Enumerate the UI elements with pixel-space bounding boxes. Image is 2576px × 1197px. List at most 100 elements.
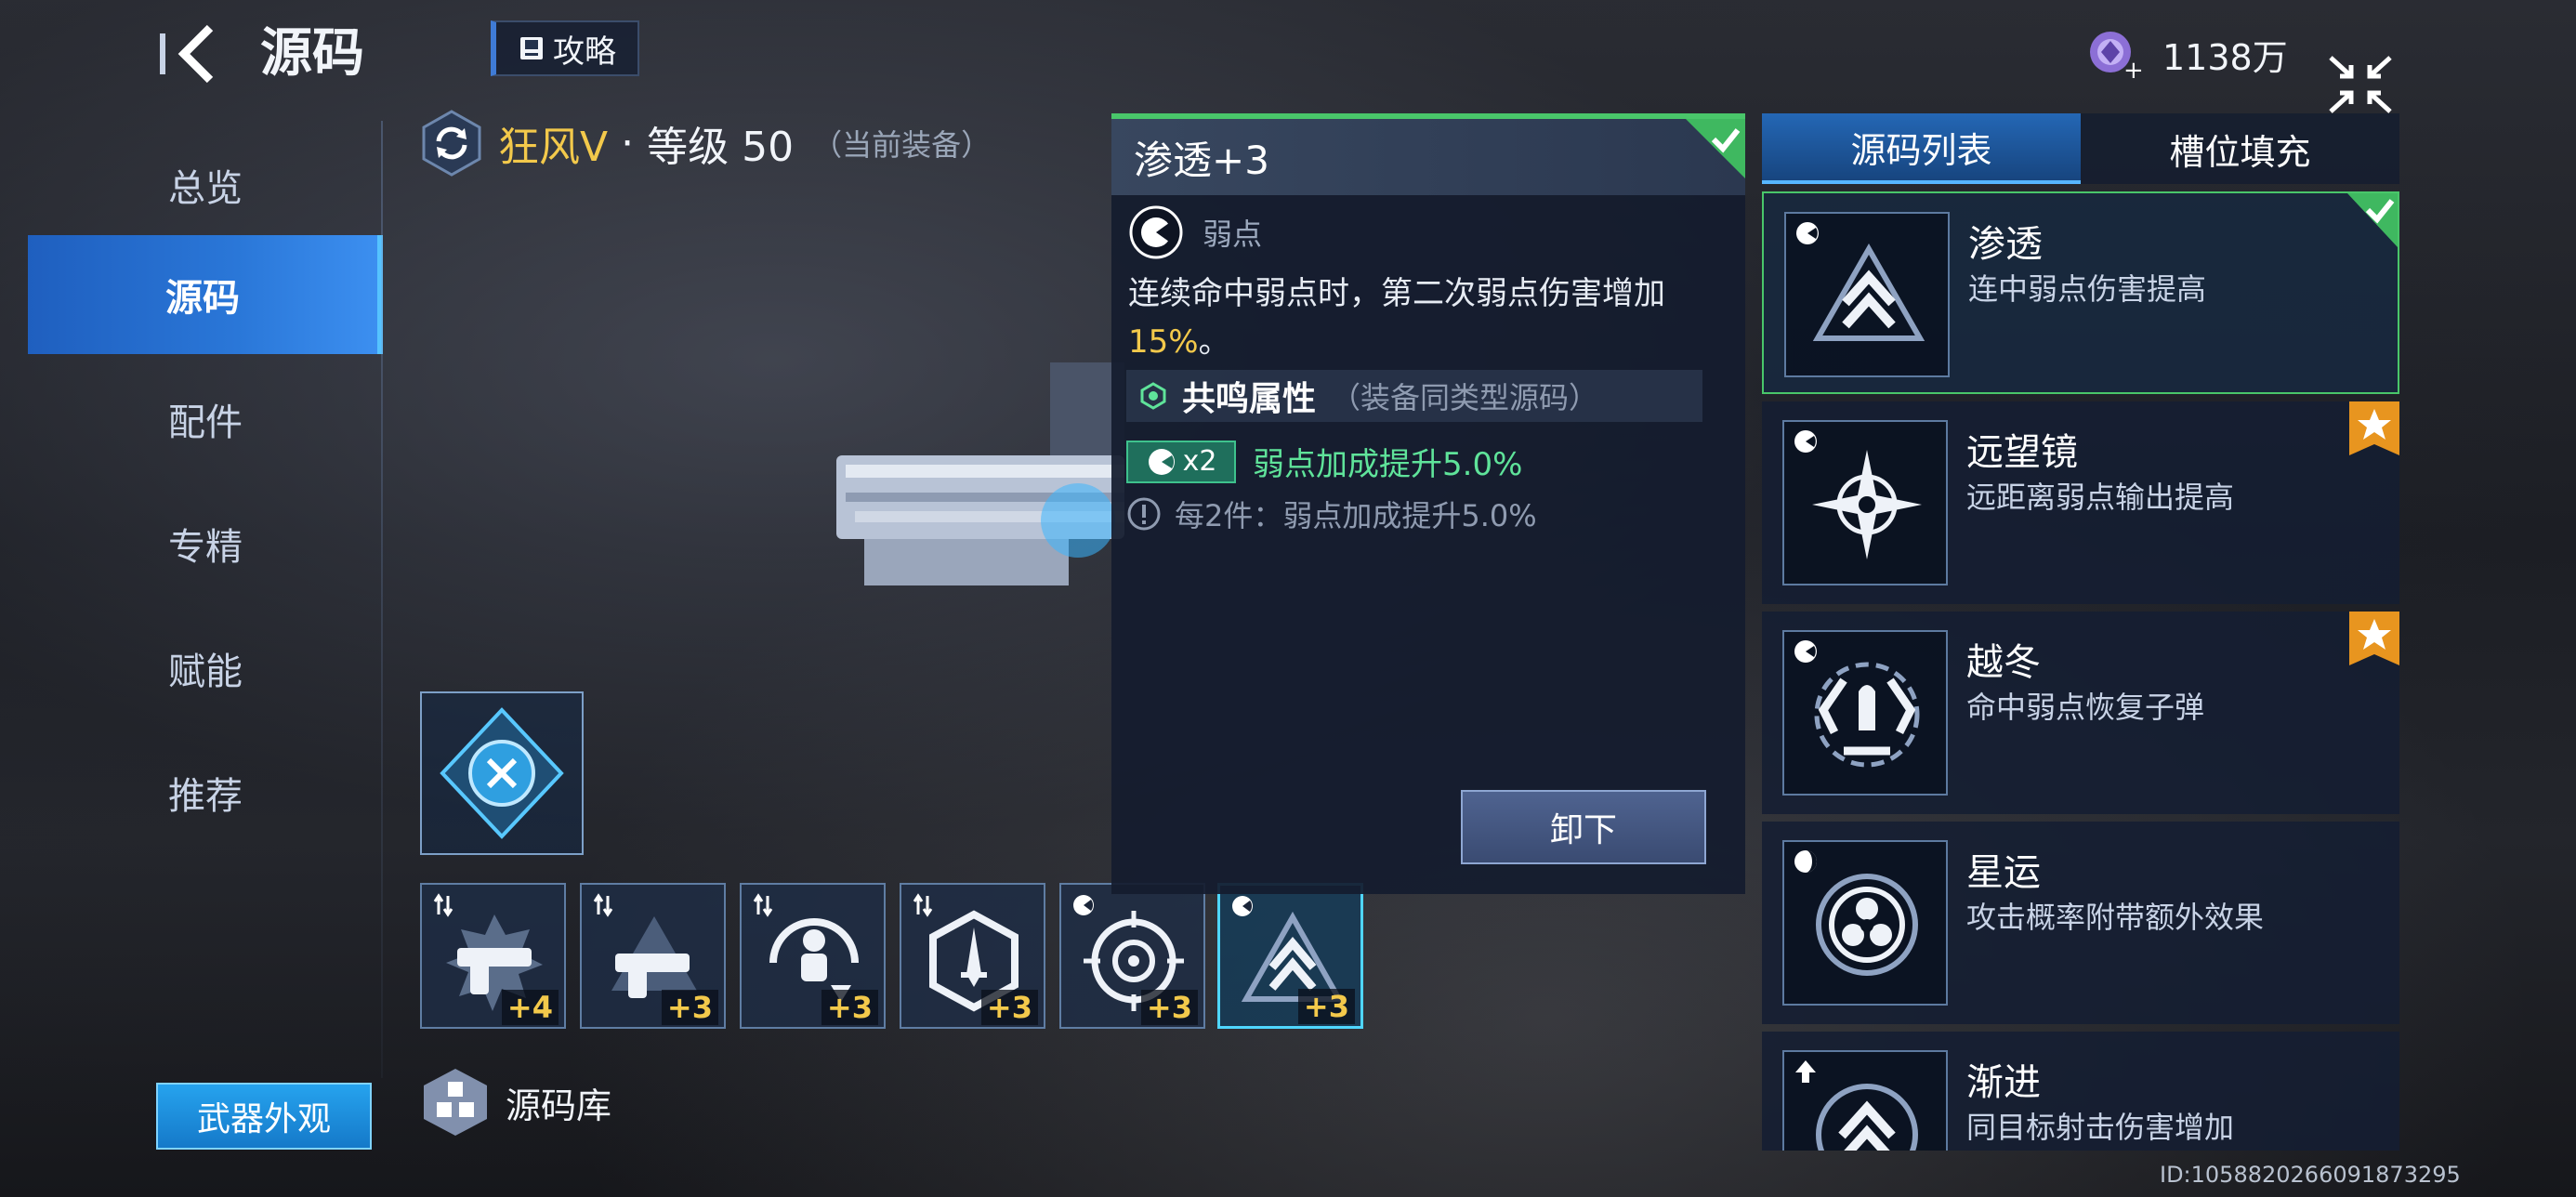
card-icon xyxy=(1784,212,1950,377)
card-icon xyxy=(1782,420,1948,585)
detail-header: 渗透+3 xyxy=(1111,119,1745,195)
desc-highlight: 15% xyxy=(1128,323,1199,361)
nav-item-mastery[interactable]: 专精 xyxy=(28,484,383,603)
slot-level: +3 xyxy=(821,990,878,1025)
bonus-count-badge: x2 xyxy=(1126,440,1236,483)
list-item[interactable]: 渐进 同目标射击伤害增加 xyxy=(1762,1032,2399,1151)
nav-item-empower[interactable]: 赋能 xyxy=(28,609,383,728)
svg-text:+: + xyxy=(2123,57,2142,80)
source-slot[interactable]: +4 xyxy=(420,883,566,1029)
equipped-check-icon xyxy=(1686,119,1745,178)
weakpoint-type-icon xyxy=(1148,448,1175,475)
card-icon xyxy=(1782,840,1948,1006)
chevron-left-icon xyxy=(160,24,214,84)
list-item[interactable]: 越冬 命中弱点恢复子弹 xyxy=(1762,612,2399,814)
equipped-check-icon xyxy=(2347,193,2398,247)
source-library-button[interactable]: 源码库 xyxy=(420,1067,611,1138)
card-name: 远望镜 xyxy=(1966,431,2078,474)
resonance-title: 共鸣属性 xyxy=(1182,380,1317,418)
bonus-text: 弱点加成提升5.0% xyxy=(1253,446,1523,483)
nav-item-source[interactable]: 源码 xyxy=(28,235,383,354)
source-slot[interactable]: +3 xyxy=(900,883,1045,1029)
source-detail-panel: 渗透+3 弱点 连续命中弱点时，第二次弱点伤害增加 15%。 共鸣属性 （装备同… xyxy=(1111,113,1745,894)
slot-level: +3 xyxy=(661,990,718,1025)
source-list[interactable]: 渗透 连中弱点伤害提高 远望镜 远距离弱点输出提高 越冬 命中弱点恢复子弹 星运… xyxy=(1762,191,2399,1151)
guide-button[interactable]: 攻略 xyxy=(491,20,639,76)
swap-weapon-icon[interactable] xyxy=(418,110,485,177)
weapon-name: 狂风Ⅴ xyxy=(498,124,609,171)
card-name: 星运 xyxy=(1966,851,2041,894)
slot-level: +4 xyxy=(501,990,559,1025)
list-item[interactable]: 远望镜 远距离弱点输出提高 xyxy=(1762,401,2399,604)
book-icon xyxy=(520,37,543,59)
card-name: 渗透 xyxy=(1968,223,2043,266)
back-button[interactable] xyxy=(158,17,232,91)
source-slot-selected[interactable]: +3 xyxy=(1217,883,1363,1029)
desc-end: 。 xyxy=(1198,323,1230,361)
card-name: 渐进 xyxy=(1966,1061,2041,1104)
resonance-bonus: x2 弱点加成提升5.0% xyxy=(1126,439,1522,484)
currency-display[interactable]: + 1138万 xyxy=(2086,28,2288,80)
page-title: 源码 xyxy=(260,23,364,84)
weakpoint-type-icon xyxy=(1129,205,1183,259)
bullet-recycle-icon xyxy=(1814,662,1920,768)
compass-star-icon xyxy=(1812,450,1922,559)
bonus-count: x2 xyxy=(1182,445,1217,478)
card-icon xyxy=(1782,630,1948,796)
guide-label: 攻略 xyxy=(553,33,616,71)
tab-source-list[interactable]: 源码列表 xyxy=(1762,113,2081,184)
weapon-header: 狂风Ⅴ · 等级 50 （当前装备） xyxy=(418,110,991,177)
unequip-button[interactable]: 卸下 xyxy=(1461,790,1706,864)
card-icon xyxy=(1782,1050,1948,1151)
tri-circle-icon xyxy=(1816,874,1918,976)
weapon-separator: · xyxy=(621,119,635,167)
card-desc: 命中弱点恢复子弹 xyxy=(1966,690,2205,725)
card-desc: 连中弱点伤害提高 xyxy=(1968,271,2207,307)
chevron-circle-icon xyxy=(1816,1084,1918,1151)
info-circle-icon xyxy=(1127,497,1161,531)
nav-item-recommend[interactable]: 推荐 xyxy=(28,733,383,852)
slot-level: +3 xyxy=(1297,989,1355,1024)
bonus-rule-text: 每2件：弱点加成提升5.0% xyxy=(1175,498,1537,533)
empty-core-slot[interactable] xyxy=(420,691,584,855)
weapon-level: 等级 50 xyxy=(647,124,795,171)
currency-value: 1138万 xyxy=(2162,36,2288,78)
resonance-note: （装备同类型源码） xyxy=(1331,380,1599,415)
nav-item-attachments[interactable]: 配件 xyxy=(28,360,383,479)
player-id: ID:1058820266091873295 xyxy=(2160,1162,2461,1188)
star-badge-icon xyxy=(2349,612,2399,665)
nav-divider xyxy=(381,121,383,1078)
tab-slot-fill[interactable]: 槽位填充 xyxy=(2081,113,2399,184)
collapse-button[interactable] xyxy=(2323,52,2398,117)
crystal-currency-icon: + xyxy=(2090,32,2142,80)
chevron-triangle-icon xyxy=(1812,243,1925,341)
weapon-status: （当前装备） xyxy=(812,127,992,163)
source-slot[interactable]: +3 xyxy=(740,883,886,1029)
slot-level: +3 xyxy=(980,990,1038,1025)
list-tabs: 源码列表 槽位填充 xyxy=(1762,113,2399,184)
library-label: 源码库 xyxy=(506,1085,612,1126)
card-desc: 同目标射击伤害增加 xyxy=(1966,1110,2235,1145)
source-slot[interactable]: +3 xyxy=(1059,883,1205,1029)
list-item[interactable]: 渗透 连中弱点伤害提高 xyxy=(1762,191,2399,394)
detail-title: 渗透+3 xyxy=(1134,137,1269,183)
collapse-arrows-icon xyxy=(2329,56,2392,113)
weapon-model-image xyxy=(836,362,1124,585)
nav-item-overview[interactable]: 总览 xyxy=(28,125,383,244)
list-item[interactable]: 星运 攻击概率附带额外效果 xyxy=(1762,822,2399,1024)
source-slot[interactable]: +3 xyxy=(580,883,726,1029)
resonance-header: 共鸣属性 （装备同类型源码） xyxy=(1126,370,1702,422)
card-name: 越冬 xyxy=(1966,641,2041,684)
resonance-hex-icon xyxy=(1140,382,1166,410)
detail-description: 连续命中弱点时，第二次弱点伤害增加 15%。 xyxy=(1128,270,1732,366)
detail-type: 弱点 xyxy=(1128,204,1262,260)
detail-type-label: 弱点 xyxy=(1203,217,1263,252)
resonance-rule: 每2件：弱点加成提升5.0% xyxy=(1126,493,1537,535)
card-desc: 攻击概率附带额外效果 xyxy=(1966,900,2265,935)
star-badge-icon xyxy=(2349,401,2399,455)
desc-main: 连续命中弱点时，第二次弱点伤害增加 xyxy=(1128,275,1665,312)
library-boxes-icon xyxy=(424,1069,487,1136)
weapon-skin-button[interactable]: 武器外观 xyxy=(156,1083,372,1150)
slot-level: +3 xyxy=(1140,990,1198,1025)
empty-slot-x-icon xyxy=(440,707,564,839)
